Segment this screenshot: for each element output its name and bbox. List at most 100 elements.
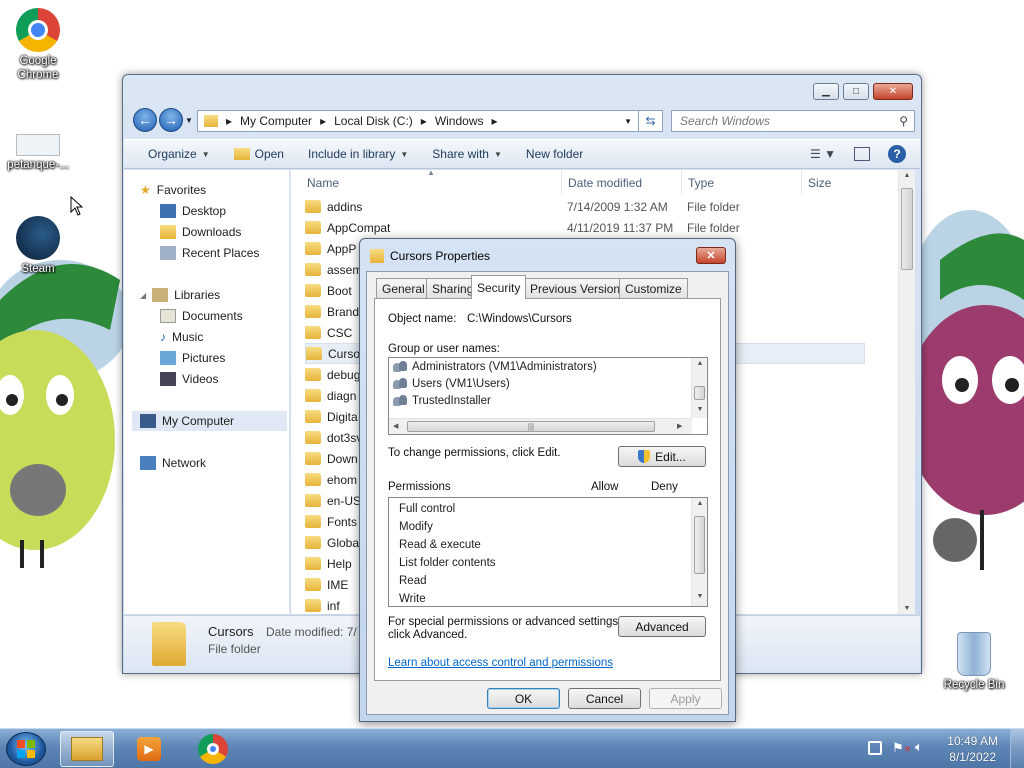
share-with-menu[interactable]: Share with ▼ (432, 147, 502, 161)
edit-button[interactable]: Edit... (618, 446, 706, 467)
scrollbar-thumb[interactable]: ||| (407, 421, 655, 432)
permission-full-control: Full control (399, 503, 456, 515)
permission-read-execute: Read & execute (399, 539, 481, 551)
user-list-hscrollbar[interactable]: ◀ ||| ▶ (389, 418, 692, 434)
user-item-trustedinstaller[interactable]: TrustedInstaller (393, 395, 491, 407)
scroll-up-icon[interactable]: ▲ (692, 360, 708, 367)
view-options-icon[interactable]: ☰ ▼ (810, 147, 836, 161)
open-button[interactable]: Open (233, 147, 284, 161)
close-button[interactable]: ✕ (873, 83, 913, 100)
scroll-down-icon[interactable]: ▼ (692, 406, 708, 413)
user-list[interactable]: Administrators (VM1\Administrators) User… (388, 357, 708, 435)
desktop-icon-label: petanque-... (7, 159, 69, 171)
desktop-icon-petanque[interactable]: petanque-... (2, 134, 74, 172)
file-name: addins (327, 199, 363, 214)
learn-access-control-link[interactable]: Learn about access control and permissio… (388, 657, 613, 669)
forward-button[interactable]: → (159, 108, 183, 132)
breadcrumb-windows[interactable]: Windows (435, 114, 484, 128)
permissions-list[interactable]: Full control Modify Read & execute List … (388, 497, 708, 607)
ok-button[interactable]: OK (487, 688, 560, 709)
file-row[interactable]: addins 7/14/2009 1:32 AM File folder (305, 196, 865, 217)
clock[interactable]: 10:49 AM 8/1/2022 (947, 733, 998, 765)
address-dropdown-icon[interactable]: ▼ (624, 117, 632, 126)
tab-previous-versions[interactable]: Previous Versions (524, 278, 633, 298)
scrollbar-thumb[interactable] (694, 516, 705, 574)
breadcrumb-local-disk[interactable]: Local Disk (C:) (334, 114, 413, 128)
details-date: Date modified: 7/ (266, 625, 357, 639)
tab-customize[interactable]: Customize (619, 278, 688, 298)
user-item-users[interactable]: Users (VM1\Users) (393, 378, 510, 390)
cancel-button[interactable]: Cancel (568, 688, 641, 709)
file-row[interactable]: AppCompat 4/11/2019 11:37 PM File folder (305, 217, 865, 238)
scroll-up-icon[interactable]: ▲ (899, 172, 915, 179)
column-date[interactable]: Date modified (568, 176, 642, 190)
scrollbar-thumb[interactable] (901, 188, 913, 270)
scroll-up-icon[interactable]: ▲ (692, 500, 708, 507)
nav-downloads[interactable]: Downloads (160, 222, 241, 242)
desktop-icon-recycle-bin[interactable]: Recycle Bin (938, 632, 1010, 692)
column-type[interactable]: Type (688, 176, 714, 190)
nav-recent-places[interactable]: Recent Places (160, 243, 259, 263)
folder-icon (305, 599, 321, 612)
permissions-scrollbar[interactable]: ▲ ▼ (691, 498, 707, 606)
nav-music[interactable]: ♪ Music (160, 327, 203, 347)
nav-pictures[interactable]: Pictures (160, 348, 225, 368)
new-folder-button[interactable]: New folder (526, 147, 583, 161)
organize-menu[interactable]: Organize ▼ (148, 147, 210, 161)
folder-icon (305, 263, 321, 276)
nav-my-computer[interactable]: My Computer (132, 411, 287, 431)
start-button[interactable] (6, 732, 46, 766)
scroll-down-icon[interactable]: ▼ (899, 605, 915, 612)
desktop-icon-label: Google Chrome (17, 55, 59, 81)
scroll-down-icon[interactable]: ▼ (692, 593, 708, 600)
dialog-body: General Sharing Security Previous Versio… (366, 271, 729, 715)
nav-documents[interactable]: Documents (160, 306, 243, 326)
taskbar-explorer-button[interactable] (60, 731, 114, 767)
column-name[interactable]: Name (307, 176, 339, 190)
show-desktop-button[interactable] (1010, 729, 1024, 768)
scroll-left-icon[interactable]: ◀ (393, 422, 398, 430)
search-input[interactable]: Search Windows ⚲ (671, 110, 915, 132)
back-button[interactable]: ← (133, 108, 157, 132)
refresh-button[interactable]: ⇆ (639, 110, 663, 132)
scrollbar[interactable]: ▲ ▼ (898, 170, 915, 614)
desktop-icon-steam[interactable]: Steam (2, 216, 74, 276)
advanced-button[interactable]: Advanced (618, 616, 706, 637)
apply-button[interactable]: Apply (649, 688, 722, 709)
column-size[interactable]: Size (808, 176, 831, 190)
dialog-close-button[interactable]: ✕ (696, 247, 726, 264)
nav-libraries[interactable]: ◢ Libraries (140, 285, 220, 305)
help-icon[interactable]: ? (888, 145, 906, 163)
folder-icon (305, 305, 321, 318)
address-bar[interactable]: ▸ My Computer ▸ Local Disk (C:) ▸ Window… (197, 110, 639, 132)
nav-videos[interactable]: Videos (160, 369, 218, 389)
file-name: AppCompat (327, 220, 391, 235)
preview-pane-icon[interactable] (854, 147, 870, 161)
tray-action-center-icon[interactable]: ⚑✕ (892, 740, 911, 756)
breadcrumb-my-computer[interactable]: My Computer (240, 114, 312, 128)
tab-security[interactable]: Security (471, 275, 527, 299)
recent-pages-dropdown[interactable]: ▼ (185, 116, 193, 125)
nav-favorites[interactable]: ★ Favorites (140, 180, 206, 200)
user-item-administrators[interactable]: Administrators (VM1\Administrators) (393, 361, 597, 373)
tray-volume-icon[interactable]: 🔈︎ (915, 739, 923, 755)
maximize-button[interactable]: □ (843, 83, 869, 100)
taskbar-chrome-button[interactable] (186, 731, 240, 767)
desktop-icon-chrome[interactable]: Google Chrome (2, 8, 74, 82)
explorer-icon (71, 737, 103, 761)
taskbar-media-player-button[interactable]: ▶ (122, 731, 176, 767)
permission-read: Read (399, 575, 427, 587)
dialog-title: Cursors Properties (390, 249, 491, 263)
minimize-button[interactable]: ▁ (813, 83, 839, 100)
include-in-library-menu[interactable]: Include in library ▼ (308, 147, 408, 161)
scroll-right-icon[interactable]: ▶ (677, 422, 682, 430)
tab-general[interactable]: General (376, 278, 431, 298)
user-list-scrollbar[interactable]: ▲ ▼ (691, 358, 707, 418)
object-name-value: C:\Windows\Cursors (467, 313, 572, 325)
search-icon[interactable]: ⚲ (899, 114, 908, 128)
scrollbar-thumb[interactable] (694, 386, 705, 400)
shield-icon (638, 450, 651, 463)
nav-desktop[interactable]: Desktop (160, 201, 226, 221)
nav-network[interactable]: Network (140, 453, 206, 473)
tray-network-icon[interactable] (868, 741, 882, 755)
